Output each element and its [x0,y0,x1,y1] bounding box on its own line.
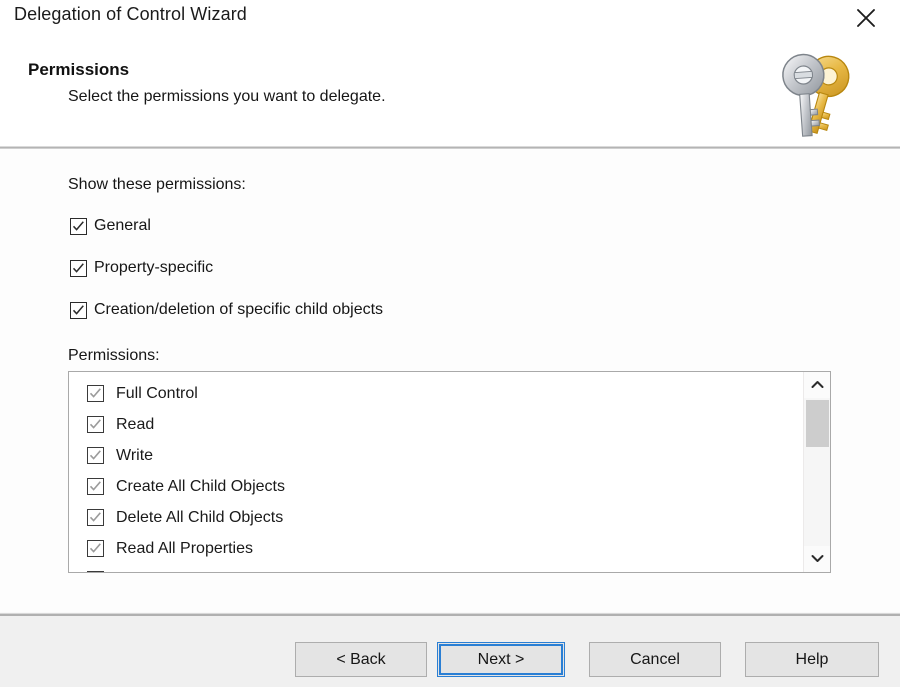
back-button[interactable]: < Back [295,642,427,677]
window-title: Delegation of Control Wizard [14,4,247,24]
checkbox-creation-deletion-box[interactable] [70,301,87,319]
permission-checkbox[interactable] [87,571,104,572]
checkmark-icon [89,481,101,491]
page-subtitle: Select the permissions you want to deleg… [68,88,386,105]
two-keys-icon [764,50,874,142]
permission-checkbox[interactable] [87,447,104,464]
list-item[interactable]: Read [69,409,804,440]
permission-label: Delete All Child Objects [116,508,284,526]
permission-label: Read [116,415,155,433]
checkmark-icon [72,304,84,315]
permission-label: Create All Child Objects [116,477,285,495]
permissions-listbox[interactable]: Full Control Read Write Create All Child… [68,371,831,573]
close-x-icon [855,7,877,29]
permissions-label: Permissions: [68,347,160,364]
checkbox-property-specific-box[interactable] [70,259,87,277]
list-item-partial[interactable] [69,564,804,572]
checkbox-general-box[interactable] [70,217,87,235]
checkbox-property-specific-label: Property-specific [94,259,214,276]
scroll-up-button[interactable] [804,372,830,398]
permission-label: Full Control [116,384,198,402]
permission-checkbox[interactable] [87,509,104,526]
checkbox-general[interactable]: General [70,217,151,235]
checkbox-general-label: General [94,217,151,234]
checkmark-icon [72,262,84,273]
list-item[interactable]: Full Control [69,378,804,409]
permission-label: Read All Properties [116,539,253,557]
window-titlebar: Delegation of Control Wizard [0,0,900,40]
checkmark-icon [89,543,101,553]
chevron-up-icon [811,376,824,394]
permissions-scrollbar[interactable] [803,372,830,572]
checkmark-icon [72,220,84,231]
chevron-down-icon [811,550,824,568]
list-item[interactable]: Create All Child Objects [69,471,804,502]
close-button[interactable] [842,0,890,36]
checkmark-icon [89,450,101,460]
show-permissions-label: Show these permissions: [68,176,246,193]
help-button[interactable]: Help [745,642,879,677]
list-item[interactable]: Read All Properties [69,533,804,564]
page-title: Permissions [28,60,130,79]
wizard-footer: < Back Next > Cancel Help [0,616,900,687]
permission-checkbox[interactable] [87,416,104,433]
checkbox-creation-deletion-label: Creation/deletion of specific child obje… [94,301,384,318]
checkbox-creation-deletion[interactable]: Creation/deletion of specific child obje… [70,301,383,319]
checkbox-property-specific[interactable]: Property-specific [70,259,213,277]
list-item[interactable]: Delete All Child Objects [69,502,804,533]
scrollbar-thumb[interactable] [806,400,829,447]
wizard-body: Show these permissions: General Property… [0,149,900,613]
checkmark-icon [89,388,101,398]
checkmark-icon [89,419,101,429]
list-item[interactable]: Write [69,440,804,471]
cancel-button[interactable]: Cancel [589,642,721,677]
checkmark-icon [89,512,101,522]
permissions-list: Full Control Read Write Create All Child… [69,372,804,572]
wizard-header: Permissions Select the permissions you w… [0,40,900,146]
next-button[interactable]: Next > [437,642,565,677]
permission-checkbox[interactable] [87,540,104,557]
permission-checkbox[interactable] [87,478,104,495]
permission-checkbox[interactable] [87,385,104,402]
permission-label: Write [116,446,154,464]
scroll-down-button[interactable] [804,546,830,572]
